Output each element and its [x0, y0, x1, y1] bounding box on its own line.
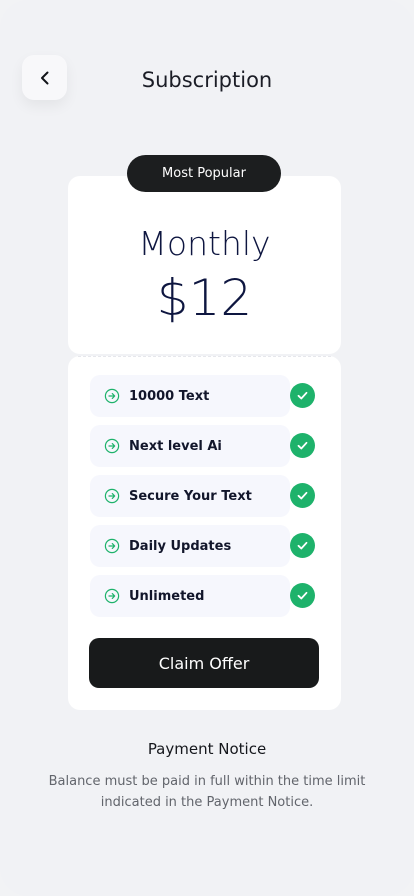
check-circle-icon: [290, 583, 315, 608]
feature-label: Unlimeted: [129, 588, 205, 604]
arrow-right-circle-icon: [104, 588, 120, 604]
feature-label: Daily Updates: [129, 538, 232, 554]
feature-item: 10000 Text: [90, 375, 290, 417]
feature-label: 10000 Text: [129, 388, 210, 404]
feature-label: Next level Ai: [129, 438, 222, 454]
feature-item: Next level Ai: [90, 425, 290, 467]
page-title: Subscription: [141, 68, 273, 92]
plan-price: $12: [156, 269, 253, 327]
check-circle-icon: [290, 433, 315, 458]
arrow-right-circle-icon: [104, 388, 120, 404]
plan-card: [68, 176, 341, 354]
claim-offer-button[interactable]: Claim Offer: [89, 638, 319, 688]
arrow-right-circle-icon: [104, 538, 120, 554]
feature-item: Daily Updates: [90, 525, 290, 567]
feature-item: Secure Your Text: [90, 475, 290, 517]
payment-notice-title: Payment Notice: [147, 740, 267, 758]
feature-item: Unlimeted: [90, 575, 290, 617]
feature-label: Secure Your Text: [129, 488, 252, 504]
arrow-right-circle-icon: [104, 438, 120, 454]
check-circle-icon: [290, 483, 315, 508]
most-popular-badge: Most Popular: [127, 155, 281, 192]
check-circle-icon: [290, 533, 315, 558]
plan-name: Monthly: [138, 224, 271, 263]
arrow-right-circle-icon: [104, 488, 120, 504]
check-circle-icon: [290, 383, 315, 408]
subscription-screen: Subscription Most Popular Monthly $12 10…: [0, 0, 414, 896]
payment-notice-text: Balance must be paid in full within the …: [48, 774, 366, 810]
